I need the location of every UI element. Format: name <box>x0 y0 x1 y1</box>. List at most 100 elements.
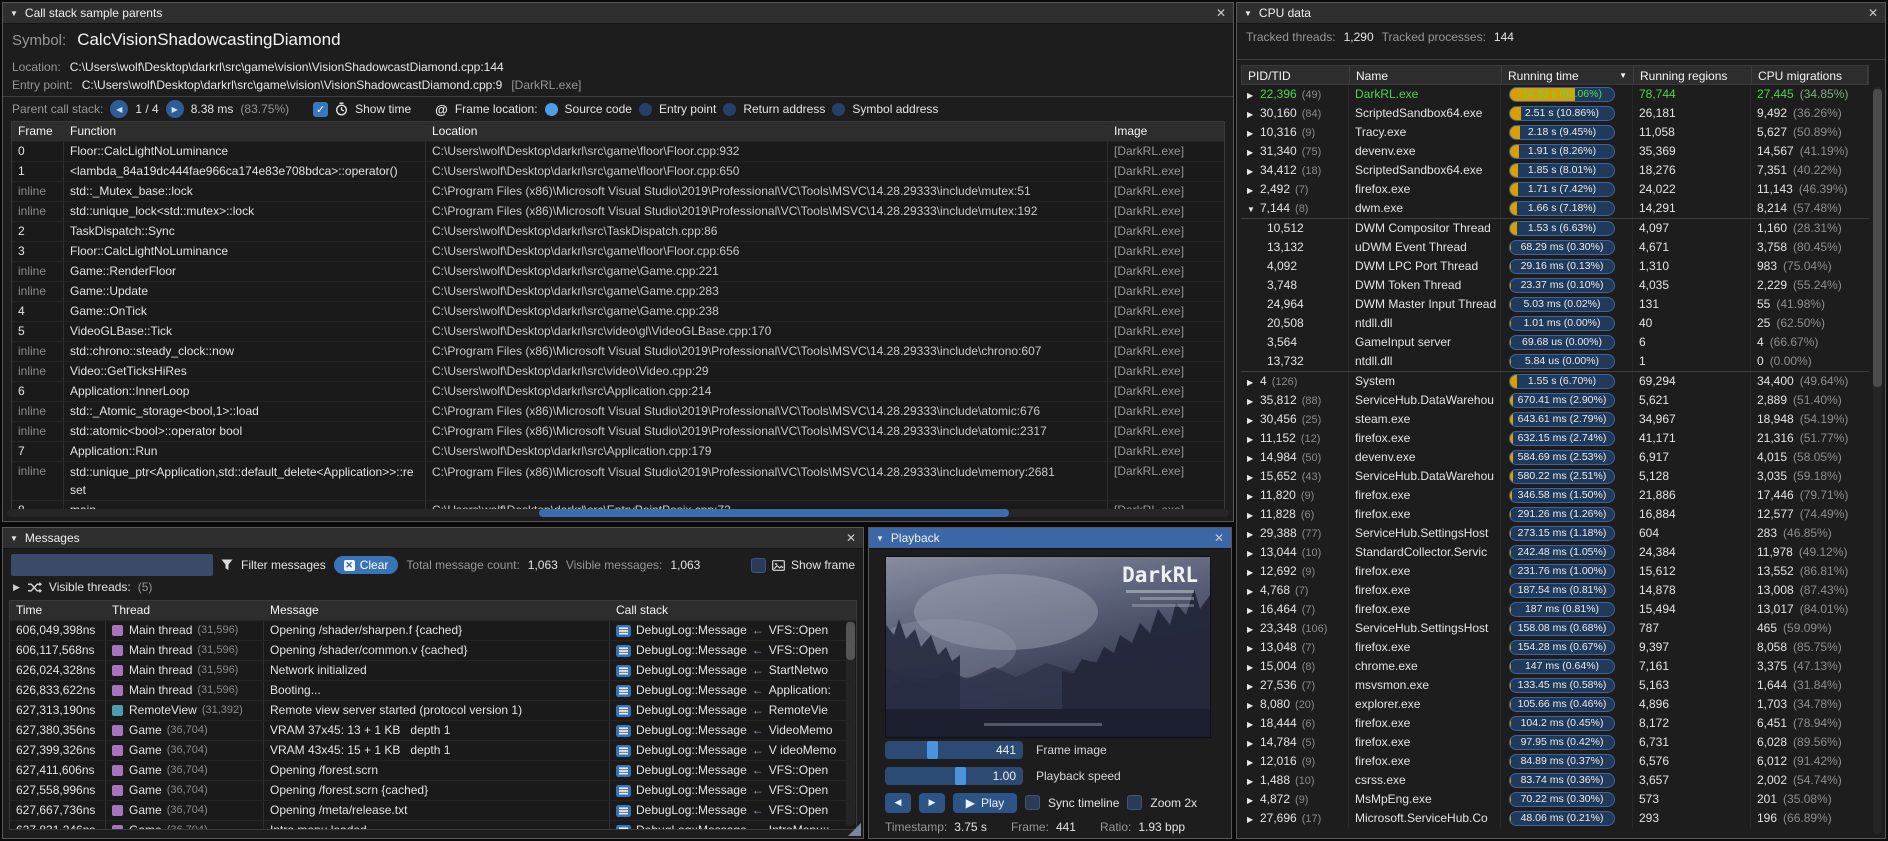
close-icon[interactable]: ✕ <box>1214 532 1224 544</box>
expand-icon[interactable]: ▶ <box>13 582 20 593</box>
cpu-process-row[interactable]: ▶27,696(17)Microsoft.ServiceHub.Co48.06 … <box>1241 809 1869 828</box>
collapse-icon[interactable]: ▼ <box>10 9 18 18</box>
zoom-2x-checkbox[interactable] <box>1127 795 1142 810</box>
frame-slider[interactable]: 441 <box>885 741 1023 759</box>
cpu-process-row[interactable]: ▶29,388(77)ServiceHub.SettingsHost273.15… <box>1241 524 1869 543</box>
col-running-time[interactable]: Running time ▼ <box>1502 66 1634 84</box>
close-icon[interactable]: ✕ <box>1216 7 1226 19</box>
cpu-process-row[interactable]: 20,508ntdll.dll1.01 ms (0.00%)4025(62.50… <box>1241 314 1869 333</box>
radio-source-code[interactable] <box>545 103 558 116</box>
vertical-scrollbar[interactable] <box>846 620 855 826</box>
cpu-process-row[interactable]: ▶31,340(75)devenv.exe1.91 s (8.26%)35,36… <box>1241 142 1869 161</box>
callstack-row[interactable]: 0Floor::CalcLightNoLuminanceC:\Users\wol… <box>12 141 1224 161</box>
callstack-titlebar[interactable]: ▼ Call stack sample parents ✕ <box>3 3 1233 24</box>
callstack-row[interactable]: inlinestd::atomic<bool>::operator boolC:… <box>12 421 1224 441</box>
cpu-process-row[interactable]: ▶13,048(7)firefox.exe154.28 ms (0.67%)9,… <box>1241 638 1869 657</box>
show-time-checkbox[interactable]: ✓ <box>313 102 328 117</box>
message-row[interactable]: 626,024,328nsMain thread(31,596)Network … <box>10 660 856 680</box>
cpu-process-row[interactable]: ▶11,820(9)firefox.exe346.58 ms (1.50%)21… <box>1241 486 1869 505</box>
callstack-row[interactable]: inlineGame::RenderFloorC:\Users\wolf\Des… <box>12 261 1224 281</box>
prev-callstack-button[interactable]: ◀ <box>110 100 128 118</box>
cpu-process-row[interactable]: ▶12,692(9)firefox.exe231.76 ms (1.00%)15… <box>1241 562 1869 581</box>
cpu-process-row[interactable]: 13,132uDWM Event Thread68.29 ms (0.30%)4… <box>1241 238 1869 257</box>
cpu-titlebar[interactable]: ▼ CPU data ✕ <box>1237 3 1885 24</box>
cpu-process-row[interactable]: ▶34,412(18)ScriptedSandbox64.exe1.85 s (… <box>1241 161 1869 180</box>
playback-titlebar[interactable]: ▼ Playback ✕ <box>869 528 1231 549</box>
cpu-process-row[interactable]: ▶2,492(7)firefox.exe1.71 s (7.42%)24,022… <box>1241 180 1869 199</box>
cpu-process-row[interactable]: 24,964DWM Master Input Thread5.03 ms (0.… <box>1241 295 1869 314</box>
callstack-row[interactable]: inlineVideo::GetTicksHiResC:\Users\wolf\… <box>12 361 1224 381</box>
frame-slider-thumb[interactable] <box>927 741 938 759</box>
callstack-row[interactable]: 4Game::OnTickC:\Users\wolf\Desktop\darkr… <box>12 301 1224 321</box>
callstack-row[interactable]: 3Floor::CalcLightNoLuminanceC:\Users\wol… <box>12 241 1224 261</box>
cpu-process-row[interactable]: ▶10,316(9)Tracy.exe2.18 s (9.45%)11,0585… <box>1241 123 1869 142</box>
message-row[interactable]: 626,833,622nsMain thread(31,596)Booting.… <box>10 680 856 700</box>
callstack-row[interactable]: inlinestd::_Atomic_storage<bool,1>::load… <box>12 401 1224 421</box>
cpu-process-row[interactable]: ▶4,768(7)firefox.exe187.54 ms (0.81%)14,… <box>1241 581 1869 600</box>
resize-grip[interactable] <box>848 823 861 836</box>
cpu-process-row[interactable]: ▶11,152(12)firefox.exe632.15 ms (2.74%)4… <box>1241 429 1869 448</box>
message-row[interactable]: 606,117,568nsMain thread(31,596)Opening … <box>10 640 856 660</box>
cpu-process-row[interactable]: ▶18,444(6)firefox.exe104.2 ms (0.45%)8,1… <box>1241 714 1869 733</box>
cpu-process-row[interactable]: ▶35,812(88)ServiceHub.DataWarehou670.41 … <box>1241 391 1869 410</box>
cpu-process-row[interactable]: ▶11,828(6)firefox.exe291.26 ms (1.26%)16… <box>1241 505 1869 524</box>
message-row[interactable]: 627,380,356nsGame(36,704)VRAM 37x45: 13 … <box>10 720 856 740</box>
cpu-process-row[interactable]: ▶4,872(9)MsMpEng.exe70.22 ms (0.30%)5732… <box>1241 790 1869 809</box>
message-row[interactable]: 606,049,398nsMain thread(31,596)Opening … <box>10 620 856 640</box>
callstack-row[interactable]: inlinestd::chrono::steady_clock::nowC:\P… <box>12 341 1224 361</box>
cpu-process-row[interactable]: ▶30,456(25)steam.exe643.61 ms (2.79%)34,… <box>1241 410 1869 429</box>
cpu-process-row[interactable]: ▶23,348(106)ServiceHub.SettingsHost158.0… <box>1241 619 1869 638</box>
cpu-process-row[interactable]: ▶14,984(50)devenv.exe584.69 ms (2.53%)6,… <box>1241 448 1869 467</box>
callstack-row[interactable]: 6Application::InnerLoopC:\Users\wolf\Des… <box>12 381 1224 401</box>
step-back-button[interactable]: ◀ <box>885 793 911 813</box>
radio-entry-point[interactable] <box>639 103 652 116</box>
callstack-row[interactable]: inlinestd::unique_ptr<Application,std::d… <box>12 461 1224 500</box>
filter-input[interactable] <box>11 554 213 576</box>
cpu-process-row[interactable]: ▶4(126)System1.55 s (6.70%)69,29434,400(… <box>1241 371 1869 391</box>
step-forward-button[interactable]: ▶ <box>919 793 945 813</box>
cpu-process-row[interactable]: 4,092DWM LPC Port Thread29.16 ms (0.13%)… <box>1241 257 1869 276</box>
next-callstack-button[interactable]: ▶ <box>166 100 184 118</box>
message-row[interactable]: 627,831,246nsGame(36,704)Intro menu load… <box>10 820 856 830</box>
cpu-process-row[interactable]: ▶15,004(8)chrome.exe147 ms (0.64%)7,1613… <box>1241 657 1869 676</box>
scrollbar-thumb[interactable] <box>1873 89 1882 387</box>
cpu-process-row[interactable]: ▶15,652(43)ServiceHub.DataWarehou580.22 … <box>1241 467 1869 486</box>
cpu-process-row[interactable]: 10,512DWM Compositor Thread1.53 s (6.63%… <box>1241 218 1869 238</box>
message-row[interactable]: 627,313,190nsRemoteView(31,392)Remote vi… <box>10 700 856 720</box>
callstack-row[interactable]: 5VideoGLBase::TickC:\Users\wolf\Desktop\… <box>12 321 1224 341</box>
collapse-icon[interactable]: ▼ <box>10 534 18 543</box>
col-name[interactable]: Name <box>1350 66 1502 84</box>
callstack-row[interactable]: 7Application::RunC:\Users\wolf\Desktop\d… <box>12 441 1224 461</box>
sync-timeline-checkbox[interactable] <box>1025 795 1040 810</box>
callstack-row[interactable]: inlinestd::unique_lock<std::mutex>::lock… <box>12 201 1224 221</box>
callstack-row[interactable]: inlineGame::UpdateC:\Users\wolf\Desktop\… <box>12 281 1224 301</box>
show-frame-checkbox[interactable] <box>751 558 766 573</box>
close-icon[interactable]: ✕ <box>846 532 856 544</box>
scrollbar-thumb[interactable] <box>539 509 1009 517</box>
cpu-process-row[interactable]: ▶16,464(7)firefox.exe187 ms (0.81%)15,49… <box>1241 600 1869 619</box>
cpu-process-row[interactable]: ▶12,016(9)firefox.exe84.89 ms (0.37%)6,5… <box>1241 752 1869 771</box>
cpu-process-row[interactable]: ▶27,536(7)msvsmon.exe133.45 ms (0.58%)5,… <box>1241 676 1869 695</box>
cpu-process-row[interactable]: 3,564GameInput server69.68 us (0.00%)64(… <box>1241 333 1869 352</box>
vertical-scrollbar[interactable] <box>1873 87 1882 834</box>
callstack-row[interactable]: 2TaskDispatch::SyncC:\Users\wolf\Desktop… <box>12 221 1224 241</box>
close-icon[interactable]: ✕ <box>1868 7 1878 19</box>
radio-return-address[interactable] <box>723 103 736 116</box>
callstack-row[interactable]: inlinestd::_Mutex_base::lockC:\Program F… <box>12 181 1224 201</box>
col-running-regions[interactable]: Running regions <box>1634 66 1752 84</box>
messages-titlebar[interactable]: ▼ Messages ✕ <box>3 528 863 549</box>
cpu-process-row[interactable]: ▶13,044(10)StandardCollector.Servic242.4… <box>1241 543 1869 562</box>
cpu-process-row[interactable]: ▶1,488(10)csrss.exe83.74 ms (0.36%)3,657… <box>1241 771 1869 790</box>
clear-button[interactable]: ✕ Clear <box>334 556 399 574</box>
cpu-process-row[interactable]: ▶14,784(5)firefox.exe97.95 ms (0.42%)6,7… <box>1241 733 1869 752</box>
message-row[interactable]: 627,558,996nsGame(36,704)Opening /forest… <box>10 780 856 800</box>
cpu-process-row[interactable]: ▶8,080(20)explorer.exe105.66 ms (0.46%)4… <box>1241 695 1869 714</box>
speed-slider-thumb[interactable] <box>955 767 966 785</box>
col-pid-tid[interactable]: PID/TID <box>1242 66 1350 84</box>
callstack-row[interactable]: 1<lambda_84a19dc444fae966ca174e83e708bdc… <box>12 161 1224 181</box>
radio-symbol-address[interactable] <box>832 103 845 116</box>
speed-slider[interactable]: 1.00 <box>885 767 1023 785</box>
message-row[interactable]: 627,411,606nsGame(36,704)Opening /forest… <box>10 760 856 780</box>
cpu-process-row[interactable]: ▼7,144(8)dwm.exe1.66 s (7.18%)14,2918,21… <box>1241 199 1869 218</box>
play-button[interactable]: ▶ Play <box>953 793 1017 813</box>
